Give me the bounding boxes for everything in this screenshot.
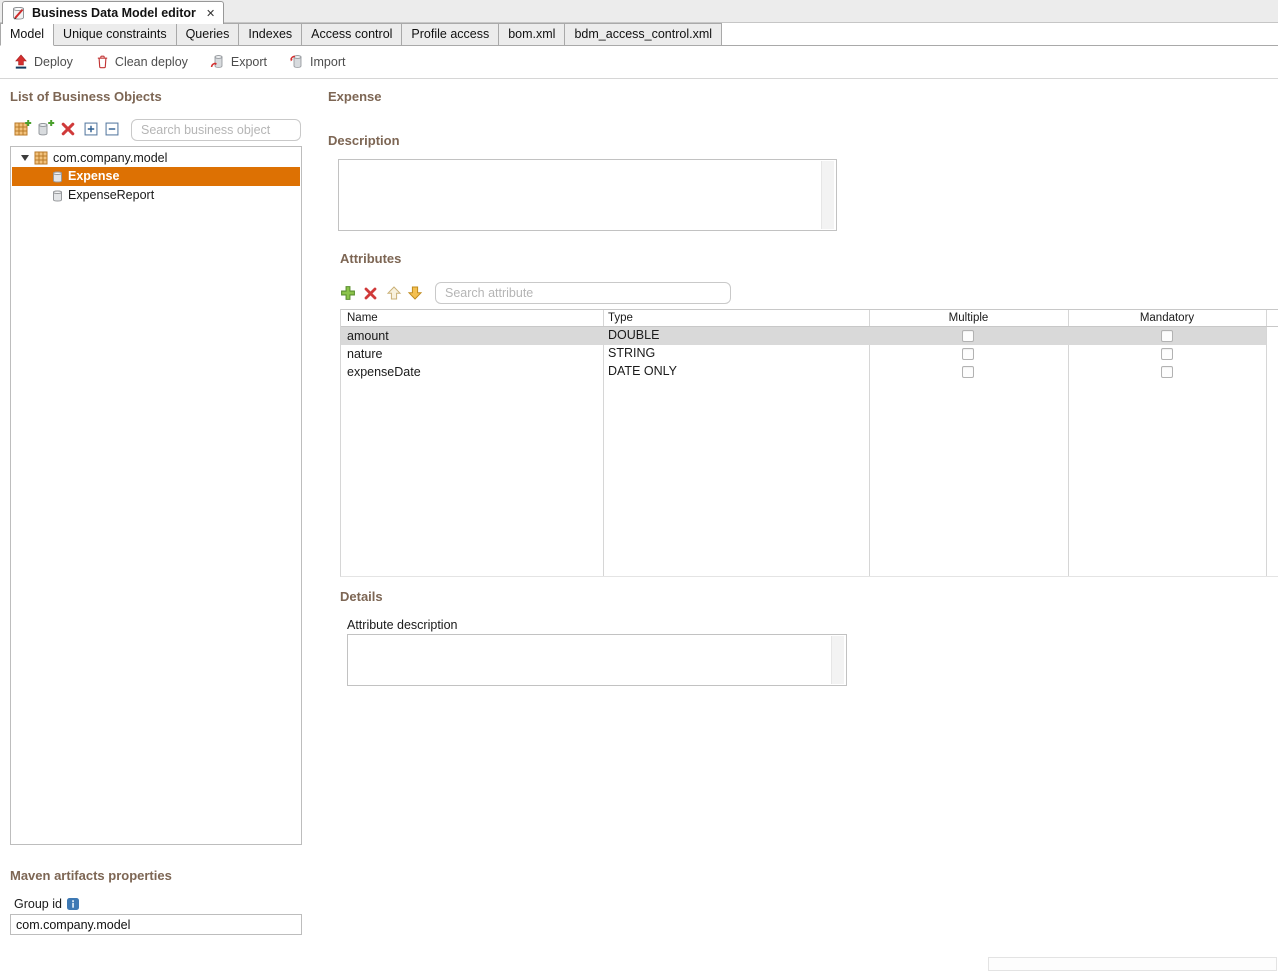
description-label: Description [328, 133, 400, 148]
delete-icon [60, 121, 76, 137]
clean-deploy-button[interactable]: Clean deploy [95, 54, 188, 70]
tab-model[interactable]: Model [0, 23, 54, 46]
tree-node-package[interactable]: com.company.model [12, 149, 300, 168]
close-icon[interactable]: ✕ [206, 7, 215, 20]
add-icon [340, 285, 356, 301]
scrollbar-track[interactable] [821, 161, 834, 229]
collapse-all-icon [105, 122, 119, 136]
column-header-mandatory[interactable]: Mandatory [1068, 312, 1266, 324]
import-button[interactable]: Import [289, 54, 345, 70]
attributes-title: Attributes [340, 251, 401, 266]
attribute-description-textarea[interactable] [347, 634, 847, 686]
editor-tab-label: Business Data Model editor [32, 6, 196, 20]
info-icon[interactable] [67, 898, 79, 910]
bdm-tabbar: Model Unique constraints Queries Indexes… [0, 23, 1278, 46]
multiple-checkbox[interactable] [962, 348, 974, 360]
delete-attribute-button[interactable] [363, 286, 378, 306]
attribute-description-textarea-input[interactable] [348, 635, 846, 685]
arrow-down-icon [407, 285, 423, 301]
attribute-name-cell[interactable]: amount [347, 329, 389, 343]
attribute-description-label: Attribute description [347, 618, 457, 632]
tab-unique-constraints[interactable]: Unique constraints [53, 23, 177, 45]
tree-node-expensereport[interactable]: ExpenseReport [12, 186, 300, 205]
tree-node-expense[interactable]: Expense [12, 167, 300, 186]
tab-queries[interactable]: Queries [176, 23, 240, 45]
attribute-name-cell[interactable]: nature [347, 347, 382, 361]
bdm-editor-icon [11, 6, 26, 21]
move-down-button[interactable] [407, 285, 423, 306]
editor-tab-bdm[interactable]: Business Data Model editor ✕ [2, 1, 224, 24]
mandatory-checkbox[interactable] [1161, 348, 1173, 360]
mandatory-checkbox[interactable] [1161, 366, 1173, 378]
search-business-object-input[interactable] [131, 119, 301, 141]
chevron-expanded-icon[interactable] [21, 155, 29, 161]
multiple-checkbox[interactable] [962, 330, 974, 342]
tab-bom-xml[interactable]: bom.xml [498, 23, 565, 45]
table-row[interactable]: amount DOUBLE [341, 327, 1266, 345]
tab-bdm-access-control-xml[interactable]: bdm_access_control.xml [564, 23, 722, 45]
mandatory-checkbox[interactable] [1161, 330, 1173, 342]
delete-business-object-button[interactable] [60, 121, 76, 142]
business-object-name: Expense [68, 169, 119, 183]
export-button[interactable]: Export [210, 54, 267, 70]
import-icon [289, 54, 305, 70]
scrollbar-track[interactable] [831, 636, 844, 684]
attributes-table: Name Type Multiple Mandatory amount DOUBL… [340, 309, 1278, 577]
object-title: Expense [328, 89, 381, 104]
deploy-icon [13, 54, 29, 70]
business-objects-title: List of Business Objects [10, 89, 162, 104]
collapse-all-button[interactable] [105, 122, 119, 141]
bdm-toolbar: Deploy Clean deploy Export Import [0, 46, 1278, 79]
delete-icon [363, 286, 378, 301]
package-name: com.company.model [53, 151, 167, 165]
expand-all-button[interactable] [84, 122, 98, 141]
add-package-icon [14, 119, 32, 137]
description-textarea-input[interactable] [339, 160, 836, 230]
clean-deploy-trash-icon [95, 54, 110, 70]
tab-indexes[interactable]: Indexes [238, 23, 302, 45]
column-header-type[interactable]: Type [608, 312, 633, 324]
editor-tab-strip: Business Data Model editor ✕ [0, 0, 1278, 23]
column-header-multiple[interactable]: Multiple [869, 312, 1068, 324]
table-header: Name Type Multiple Mandatory [341, 310, 1278, 327]
deploy-button[interactable]: Deploy [13, 54, 73, 70]
business-object-icon [52, 170, 63, 184]
business-object-icon [52, 189, 63, 203]
attribute-type-cell[interactable]: DATE ONLY [608, 364, 677, 378]
move-up-button[interactable] [386, 285, 402, 306]
tab-access-control[interactable]: Access control [301, 23, 402, 45]
table-row[interactable]: expenseDate DATE ONLY [341, 363, 1266, 381]
column-divider [1266, 310, 1267, 576]
add-business-object-icon [37, 119, 55, 137]
add-business-object-button[interactable] [37, 119, 55, 142]
add-attribute-button[interactable] [340, 285, 356, 306]
add-package-button[interactable] [14, 119, 32, 142]
multiple-checkbox[interactable] [962, 366, 974, 378]
package-icon [34, 151, 48, 165]
horizontal-scrollbar-track[interactable] [988, 957, 1277, 971]
maven-properties-title: Maven artifacts properties [10, 868, 172, 883]
tab-profile-access[interactable]: Profile access [401, 23, 499, 45]
group-id-input[interactable] [10, 914, 302, 935]
description-textarea[interactable] [338, 159, 837, 231]
arrow-up-icon [386, 285, 402, 301]
business-object-name: ExpenseReport [68, 188, 154, 202]
attribute-name-cell[interactable]: expenseDate [347, 365, 421, 379]
attribute-type-cell[interactable]: DOUBLE [608, 328, 659, 342]
column-header-name[interactable]: Name [347, 312, 378, 324]
group-id-label-row: Group id [14, 897, 79, 911]
details-title: Details [340, 589, 383, 604]
export-icon [210, 54, 226, 70]
attribute-type-cell[interactable]: STRING [608, 346, 655, 360]
expand-all-icon [84, 122, 98, 136]
search-attribute-input[interactable] [435, 282, 731, 304]
business-objects-tree: com.company.model Expense ExpenseReport [10, 146, 302, 845]
group-id-label: Group id [14, 897, 62, 911]
table-row[interactable]: nature STRING [341, 345, 1266, 363]
